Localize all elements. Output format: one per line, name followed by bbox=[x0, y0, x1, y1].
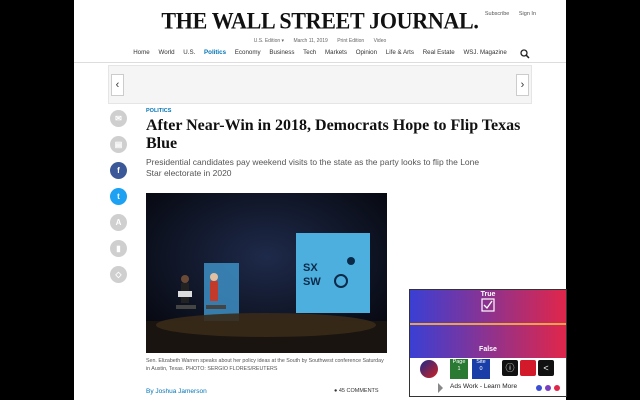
carousel-next-button[interactable]: › bbox=[516, 74, 529, 96]
dot-indicator[interactable] bbox=[545, 385, 552, 391]
false-panel[interactable]: False bbox=[410, 325, 566, 358]
photo-credit: PHOTO: SERGIO FLORES/REUTERS bbox=[185, 365, 278, 372]
comments-count: 45 COMMENTS bbox=[338, 388, 379, 394]
ad-carousel: ‹ › bbox=[108, 65, 532, 104]
edition-bar: U.S. Edition ▾ March 11, 2019 Print Edit… bbox=[74, 38, 566, 44]
ad-fact-widget: True False Page 1 Site 0 ⓘ < Ads Work - Le… bbox=[409, 289, 567, 397]
nav-item-politics[interactable]: Politics bbox=[204, 49, 226, 56]
nav-item-opinion[interactable]: Opinion bbox=[356, 49, 377, 56]
video-link[interactable]: Video bbox=[374, 38, 387, 44]
widget-footer: Ads Work - Learn More bbox=[410, 380, 566, 396]
nav-item-wsj-magazine[interactable]: WSJ. Magazine bbox=[463, 49, 506, 56]
nav-divider bbox=[74, 62, 566, 63]
masthead-logo[interactable]: THE WALL STREET JOURNAL. bbox=[74, 7, 566, 34]
info-icon[interactable]: ⓘ bbox=[502, 360, 518, 376]
nav-item-business[interactable]: Business bbox=[269, 49, 294, 56]
check-icon bbox=[481, 298, 495, 312]
comments-link[interactable]: ● 45 COMMENTS bbox=[334, 388, 379, 394]
print-edition-link[interactable]: Print Edition bbox=[337, 38, 364, 44]
edition-selector[interactable]: U.S. Edition ▾ bbox=[254, 38, 284, 44]
site-counter[interactable]: Site 0 bbox=[472, 359, 490, 379]
learn-more-link[interactable]: Ads Work - Learn More bbox=[450, 383, 517, 390]
true-label: True bbox=[480, 291, 496, 298]
true-panel[interactable]: True bbox=[410, 290, 566, 323]
email-icon[interactable]: ✉ bbox=[110, 110, 127, 127]
false-label: False bbox=[479, 346, 497, 353]
nav-item-markets[interactable]: Markets bbox=[325, 49, 347, 56]
carousel-prev-button[interactable]: ‹ bbox=[111, 74, 124, 96]
page-label: Page bbox=[452, 359, 466, 365]
main-nav: Home World U.S. Politics Economy Busines… bbox=[74, 49, 566, 61]
byline[interactable]: By Joshua Jamerson bbox=[146, 388, 207, 395]
widget-dots bbox=[535, 385, 560, 393]
widget-toolbar: Page 1 Site 0 ⓘ < bbox=[410, 358, 566, 380]
nav-item-world[interactable]: World bbox=[158, 49, 174, 56]
share-toolbar: ✉ ▤ f t A ▮ ◇ bbox=[110, 110, 127, 292]
dot-indicator[interactable] bbox=[536, 385, 543, 391]
svg-text:SW: SW bbox=[303, 276, 321, 288]
tag-icon[interactable]: ◇ bbox=[110, 266, 127, 283]
flag-icon[interactable] bbox=[520, 360, 536, 376]
pointer-icon bbox=[438, 383, 443, 393]
svg-text:SX: SX bbox=[303, 262, 318, 274]
nav-item-life-arts[interactable]: Life & Arts bbox=[386, 49, 414, 56]
nav-item-us[interactable]: U.S. bbox=[183, 49, 195, 56]
nav-item-economy[interactable]: Economy bbox=[235, 49, 261, 56]
article-dek: Presidential candidates pay weekend visi… bbox=[146, 157, 480, 178]
page-counter[interactable]: Page 1 bbox=[450, 359, 468, 379]
section-label[interactable]: POLITICS bbox=[146, 108, 171, 114]
widget-logo[interactable] bbox=[420, 360, 438, 378]
photo-caption: Sen. Elizabeth Warren speaks about her p… bbox=[146, 358, 386, 373]
edition-date: March 11, 2019 bbox=[293, 38, 328, 44]
nav-item-real-estate[interactable]: Real Estate bbox=[423, 49, 455, 56]
search-icon[interactable] bbox=[520, 49, 530, 59]
nav-item-home[interactable]: Home bbox=[133, 49, 150, 56]
nav-item-tech[interactable]: Tech bbox=[303, 49, 316, 56]
facebook-icon[interactable]: f bbox=[110, 162, 127, 179]
article-headline: After Near-Win in 2018, Democrats Hope t… bbox=[146, 117, 521, 152]
twitter-icon[interactable]: t bbox=[110, 188, 127, 205]
site-label: Site bbox=[476, 359, 486, 365]
dot-indicator[interactable] bbox=[554, 385, 560, 391]
share-icon[interactable]: < bbox=[538, 360, 554, 376]
bookmark-icon[interactable]: ▮ bbox=[110, 240, 127, 257]
stage-scene-image: SX SW bbox=[146, 193, 387, 353]
site-number: 0 bbox=[479, 366, 483, 372]
print-icon[interactable]: ▤ bbox=[110, 136, 127, 153]
article-photo: SX SW bbox=[146, 193, 387, 353]
page-number: 1 bbox=[457, 366, 461, 372]
text-size-icon[interactable]: A bbox=[110, 214, 127, 231]
